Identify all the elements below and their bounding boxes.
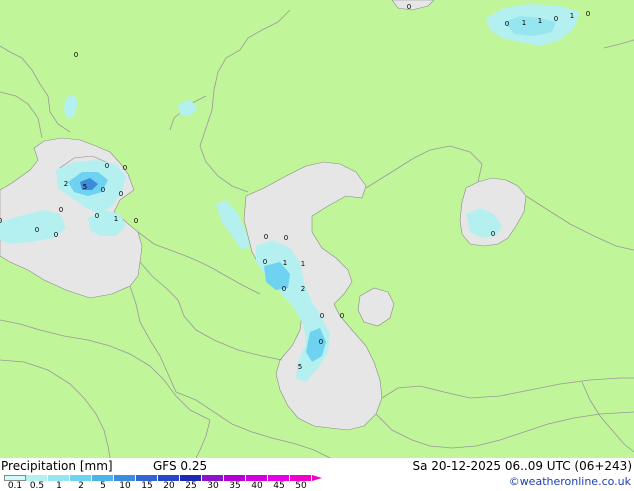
point-label: 0 [505, 20, 509, 28]
map-title: Precipitation [mm] [1, 459, 113, 473]
point-label: 5 [298, 363, 302, 371]
credit-link[interactable]: ©weatheronline.co.uk [509, 475, 631, 489]
footer-bar: Precipitation [mm] GFS 0.25 Sa 20-12-202… [0, 458, 634, 490]
point-label: 0 [263, 258, 267, 266]
point-label: 0 [119, 190, 123, 198]
point-label: 1 [283, 259, 287, 267]
point-label: 2 [301, 285, 305, 293]
point-label: 0 [340, 312, 344, 320]
point-label: 0 [54, 231, 58, 239]
point-label: 0 [59, 206, 63, 214]
legend-arrow [312, 475, 322, 481]
point-label: 1 [522, 19, 526, 27]
point-label: 5 [83, 183, 87, 191]
point-label: 0 [123, 164, 127, 172]
point-label: 0 [134, 217, 138, 225]
point-label: 2 [64, 180, 68, 188]
point-label: 0 [320, 312, 324, 320]
model-name: GFS 0.25 [153, 459, 208, 473]
point-label: 0 [105, 162, 109, 170]
point-label: 1 [301, 260, 305, 268]
point-label: 0 [586, 10, 590, 18]
validity-time: Sa 20-12-2025 06..09 UTC (06+243) [412, 459, 632, 473]
point-label: 0 [264, 233, 268, 241]
point-label: 0 [282, 285, 286, 293]
point-label: 1 [114, 215, 118, 223]
point-label: 1 [570, 12, 574, 20]
point-label: 0 [491, 230, 495, 238]
point-label: 0 [284, 234, 288, 242]
point-label: 0 [407, 3, 411, 11]
point-label: 0 [0, 217, 2, 225]
precipitation-map: 0 0 0 1 1 0 1 0 0 0 0 0 2 5 0 0 0 0 1 0 … [0, 0, 634, 458]
point-label: 0 [74, 51, 78, 59]
point-label: 1 [538, 17, 542, 25]
point-label: 0 [101, 186, 105, 194]
point-label: 0 [319, 338, 323, 346]
point-label: 0 [35, 226, 39, 234]
point-label: 0 [95, 212, 99, 220]
point-label: 0 [554, 15, 558, 23]
